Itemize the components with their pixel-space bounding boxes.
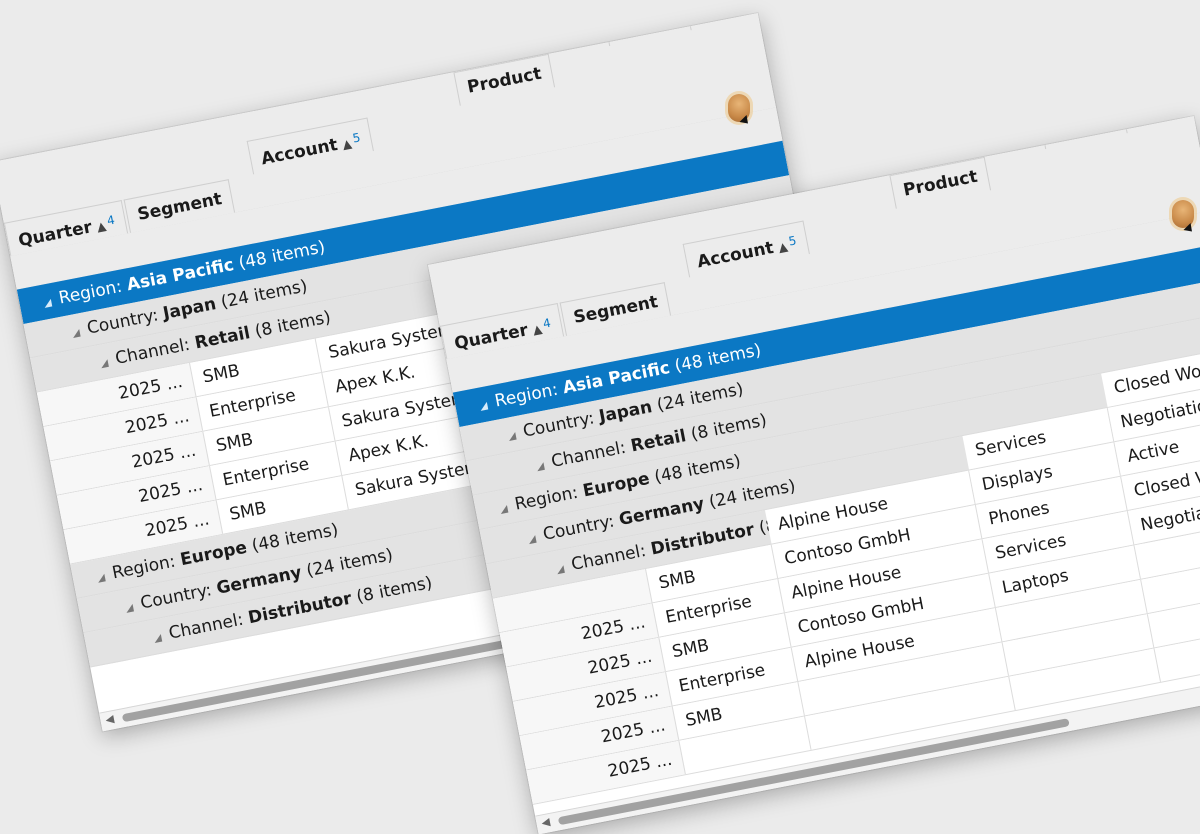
sort-ascending-icon: ▲ — [531, 321, 544, 338]
chip-label: Product — [901, 166, 980, 201]
group-chip-product[interactable]: Product — [889, 156, 992, 209]
sort-ascending-icon: ▲ — [341, 136, 353, 152]
triangle-down-right-icon[interactable]: ◢ — [123, 592, 137, 627]
arrow-left-icon[interactable]: ◀ — [540, 815, 551, 829]
triangle-down-right-icon[interactable]: ◢ — [505, 420, 519, 455]
triangle-down-right-icon[interactable]: ◢ — [497, 493, 511, 528]
group-chip-product[interactable]: Product — [453, 53, 556, 106]
sort-ascending-icon: ▲ — [777, 239, 789, 255]
group-key: Region: — [513, 481, 586, 515]
group-chip-account[interactable]: Account ▲5 — [246, 117, 375, 175]
group-value: Retail — [193, 323, 252, 354]
arrow-left-icon[interactable]: ◀ — [104, 712, 115, 726]
chip-label: Status — [1051, 116, 1116, 142]
group-chip-status[interactable]: Status — [602, 13, 692, 47]
triangle-down-right-icon[interactable]: ◢ — [554, 553, 568, 588]
triangle-down-right-icon[interactable]: ◢ — [151, 622, 165, 657]
group-value: Japan — [597, 397, 654, 427]
triangle-down-right-icon[interactable]: ◢ — [477, 390, 491, 425]
group-key: Region: — [57, 275, 129, 309]
group-count: (8 items) — [349, 572, 434, 609]
group-chip-status[interactable]: Status — [1038, 116, 1128, 150]
chip-label: Status — [615, 13, 680, 39]
triangle-down-right-icon[interactable]: ◢ — [525, 523, 539, 558]
triangle-down-right-icon[interactable]: ◢ — [533, 450, 547, 485]
sort-index: 5 — [787, 233, 798, 249]
group-value: Japan — [161, 294, 218, 324]
sort-index: 4 — [541, 315, 552, 331]
chip-label: Product — [465, 63, 544, 98]
group-value: Retail — [629, 426, 688, 457]
triangle-down-right-icon[interactable]: ◢ — [69, 317, 83, 352]
triangle-down-right-icon[interactable]: ◢ — [97, 347, 111, 382]
group-key: Channel: — [167, 608, 251, 644]
group-value: Europe — [581, 468, 652, 502]
chip-label: Account — [695, 237, 776, 273]
group-key: Region: — [110, 550, 183, 584]
triangle-down-right-icon[interactable]: ◢ — [94, 561, 108, 596]
group-key: Region: — [493, 378, 565, 412]
chip-label: Account — [259, 134, 340, 170]
group-chip-account[interactable]: Account ▲5 — [682, 220, 811, 278]
triangle-down-right-icon[interactable]: ◢ — [41, 287, 55, 322]
sort-ascending-icon: ▲ — [95, 218, 108, 235]
sort-index: 5 — [351, 130, 362, 146]
sort-index: 4 — [105, 212, 116, 228]
group-value: Europe — [178, 537, 249, 571]
